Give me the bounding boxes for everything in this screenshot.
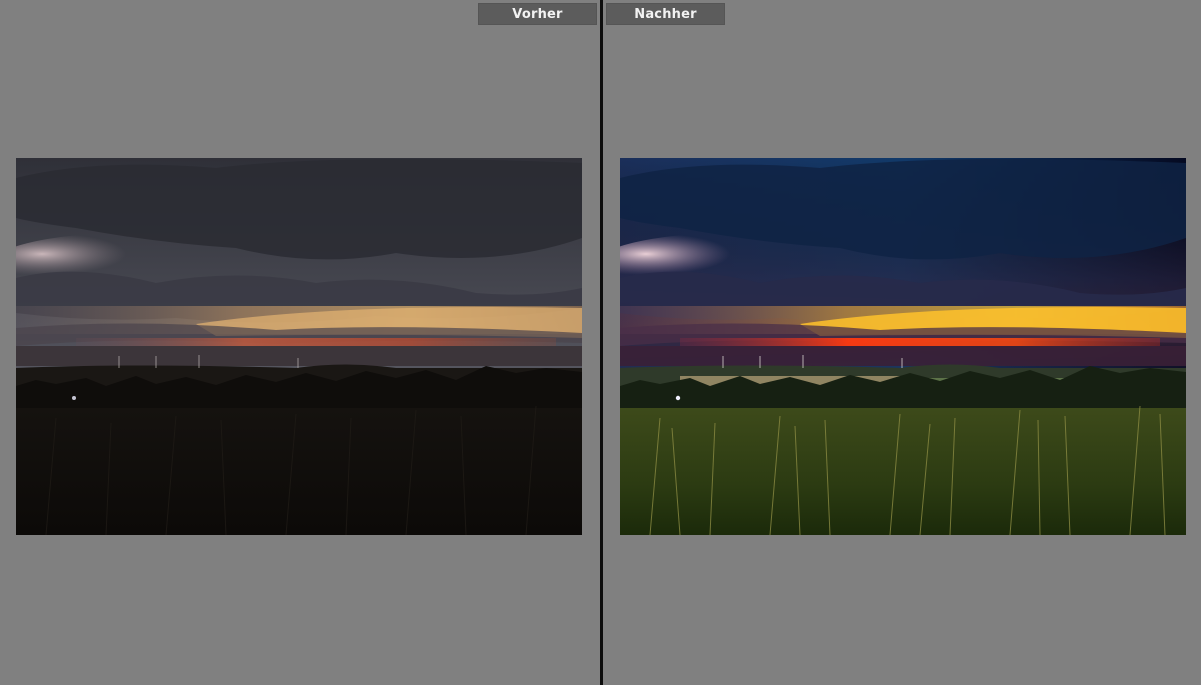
before-after-viewer: Vorher Nachher (0, 0, 1201, 685)
before-label: Vorher (478, 3, 597, 25)
after-label: Nachher (606, 3, 725, 25)
landscape-photo-icon (16, 158, 582, 535)
after-photo[interactable] (620, 158, 1186, 535)
landscape-photo-icon (620, 158, 1186, 535)
before-photo[interactable] (16, 158, 582, 535)
